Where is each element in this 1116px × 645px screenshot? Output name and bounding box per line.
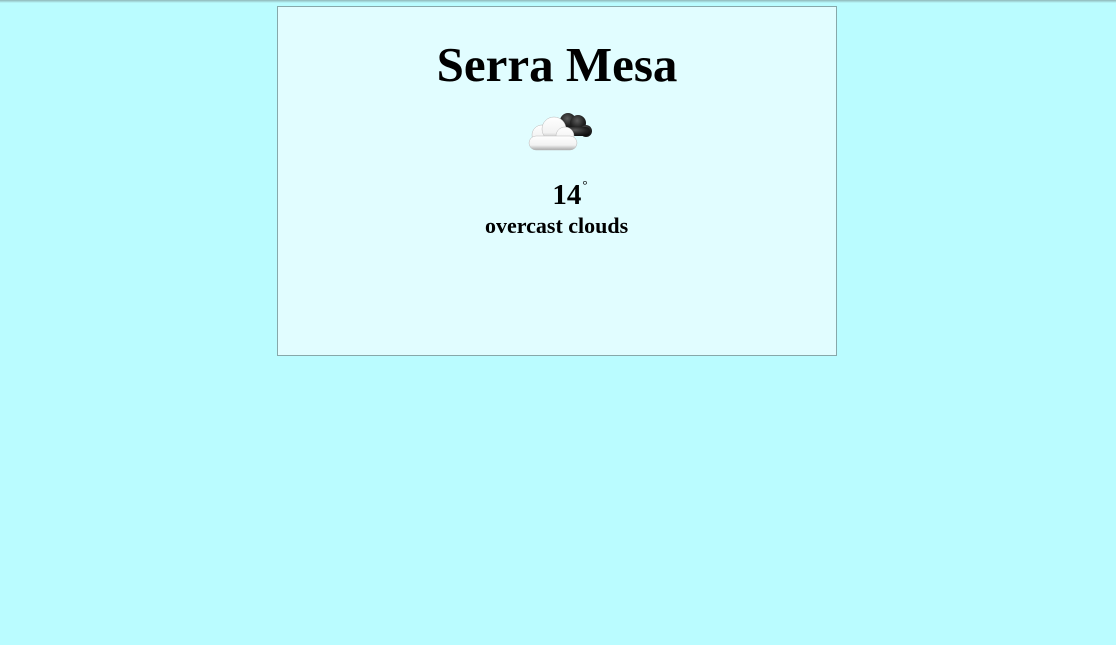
overcast-clouds-icon	[525, 107, 595, 153]
degree-symbol: °	[582, 177, 588, 192]
top-shadow	[0, 0, 1116, 3]
temperature-row: 14°	[278, 177, 836, 213]
city-name: Serra Mesa	[436, 37, 678, 92]
weather-card: Serra Mesa 14° overcast clouds	[277, 6, 837, 356]
weather-description: overcast clouds	[485, 213, 629, 238]
temperature-value: 14	[552, 179, 582, 211]
